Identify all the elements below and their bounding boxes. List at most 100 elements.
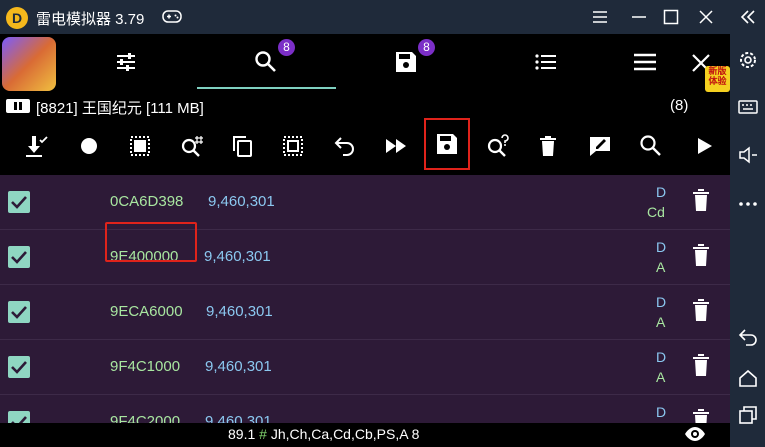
process-label: [8821] 王国纪元 [111 MB]: [36, 100, 204, 117]
search-icon: [255, 51, 276, 72]
row-value: 9,460,301: [208, 193, 275, 210]
row-address: 9F4C1000: [110, 358, 181, 375]
delete-button[interactable]: [528, 126, 568, 166]
more-icon[interactable]: [737, 193, 759, 215]
row-value: 9,460,301: [204, 248, 271, 265]
row-address: 0CA6D398: [110, 193, 184, 210]
play-icon: [698, 138, 712, 154]
search-hex-button[interactable]: [172, 126, 212, 166]
record-dot-icon: [81, 138, 97, 154]
select-all-button[interactable]: [120, 126, 160, 166]
copy-button[interactable]: [222, 126, 262, 166]
row-checkbox[interactable]: [8, 411, 30, 423]
minimize-icon[interactable]: [628, 6, 650, 28]
trash-icon[interactable]: [691, 244, 711, 268]
undo-icon: [334, 137, 354, 156]
tab-settings[interactable]: [56, 34, 196, 90]
keyboard-icon[interactable]: [737, 96, 759, 118]
emulator-logo: D: [6, 7, 28, 29]
trash-icon[interactable]: [691, 189, 711, 213]
trash-icon[interactable]: [691, 299, 711, 323]
search-hex-icon: [181, 136, 203, 157]
row-region: Cd: [647, 204, 665, 220]
status-regions: Jh,Ch,Ca,Cd,Cb,PS,A 8: [266, 426, 420, 442]
trash-icon[interactable]: [691, 409, 711, 423]
tab-saved[interactable]: 8: [336, 34, 476, 90]
undo-button[interactable]: [325, 126, 365, 166]
table-row[interactable]: 9ECA6000 9,460,301 D A: [0, 285, 730, 340]
row-region: A: [656, 259, 666, 275]
search-unknown-icon: [487, 134, 509, 157]
action-toolbar: [0, 118, 730, 174]
edit-icon: [590, 137, 610, 156]
row-value: 9,460,301: [205, 358, 272, 375]
row-checkbox[interactable]: [8, 356, 30, 378]
row-address: 9F4C2000: [110, 413, 181, 423]
download-check-icon: [26, 136, 48, 157]
row-type: D: [656, 294, 667, 310]
pause-icon[interactable]: [6, 99, 30, 113]
row-type: D: [656, 239, 667, 255]
saved-count-badge: 8: [418, 39, 435, 56]
address-highlight-box: [105, 222, 197, 262]
gear-icon[interactable]: [737, 49, 759, 71]
play-button[interactable]: [684, 126, 724, 166]
row-checkbox[interactable]: [8, 246, 30, 268]
result-count: (8): [670, 97, 689, 114]
home-icon[interactable]: [737, 367, 759, 389]
list-icon: [535, 54, 556, 70]
row-region: A: [656, 369, 666, 385]
volume-down-icon[interactable]: [737, 144, 759, 166]
window-menu-icon[interactable]: [589, 6, 611, 28]
game-app-icon[interactable]: [2, 37, 56, 91]
copy-icon: [233, 136, 252, 157]
active-tab-indicator: [197, 87, 336, 89]
check-icon: [11, 251, 27, 264]
row-value: 9,460,301: [205, 413, 272, 423]
row-region: A: [656, 314, 666, 330]
search-icon: [640, 135, 661, 156]
back-icon[interactable]: [737, 326, 759, 348]
gamepad-icon[interactable]: [162, 7, 182, 25]
select-area-icon: [283, 136, 303, 156]
search-unknown-button[interactable]: [478, 126, 518, 166]
maximize-icon[interactable]: [660, 6, 682, 28]
game-guardian-app: 8 8 新版体验 [8821] 王国纪元 [111 MB] (8) 0CA6D3…: [0, 34, 730, 447]
new-version-badge[interactable]: 新版体验: [705, 66, 730, 92]
row-address: 9ECA6000: [110, 303, 183, 320]
status-hash: #: [259, 426, 267, 442]
status-text: 89.1 # Jh,Ch,Ca,Cd,Cb,PS,A 8: [228, 426, 419, 442]
row-type: D: [656, 184, 667, 200]
status-version: 89.1: [228, 426, 260, 442]
select-area-button[interactable]: [273, 126, 313, 166]
search-count-badge: 8: [278, 39, 295, 56]
search-button[interactable]: [631, 126, 671, 166]
trash-icon[interactable]: [691, 354, 711, 378]
table-row[interactable]: 9F4C1000 9,460,301 D A: [0, 340, 730, 395]
save-icon: [396, 52, 416, 72]
row-type: D: [656, 404, 667, 420]
edit-button[interactable]: [580, 126, 620, 166]
menu-icon: [634, 53, 656, 71]
check-icon: [11, 196, 27, 209]
fast-forward-button[interactable]: [376, 126, 416, 166]
recent-apps-icon[interactable]: [737, 404, 759, 426]
check-icon: [11, 361, 27, 374]
row-checkbox[interactable]: [8, 191, 30, 213]
delete-icon: [540, 136, 556, 156]
save-results-button[interactable]: [424, 118, 470, 170]
status-bar: 89.1 # Jh,Ch,Ca,Cd,Cb,PS,A 8: [0, 423, 730, 447]
download-check-button[interactable]: [16, 126, 56, 166]
record-button[interactable]: [69, 126, 109, 166]
emulator-sidebar: [730, 0, 765, 447]
row-value: 9,460,301: [206, 303, 273, 320]
check-icon: [11, 306, 27, 319]
tab-search[interactable]: 8: [196, 34, 336, 90]
close-window-icon[interactable]: [695, 6, 717, 28]
results-list: 0CA6D398 9,460,301 D Cd 9E400000 9,460,3…: [0, 175, 730, 423]
eye-icon[interactable]: [684, 426, 706, 442]
row-checkbox[interactable]: [8, 301, 30, 323]
collapse-sidebar-icon[interactable]: [737, 6, 759, 28]
fast-forward-icon: [386, 139, 406, 153]
table-row[interactable]: 9F4C2000 9,460,301 D A: [0, 395, 730, 423]
